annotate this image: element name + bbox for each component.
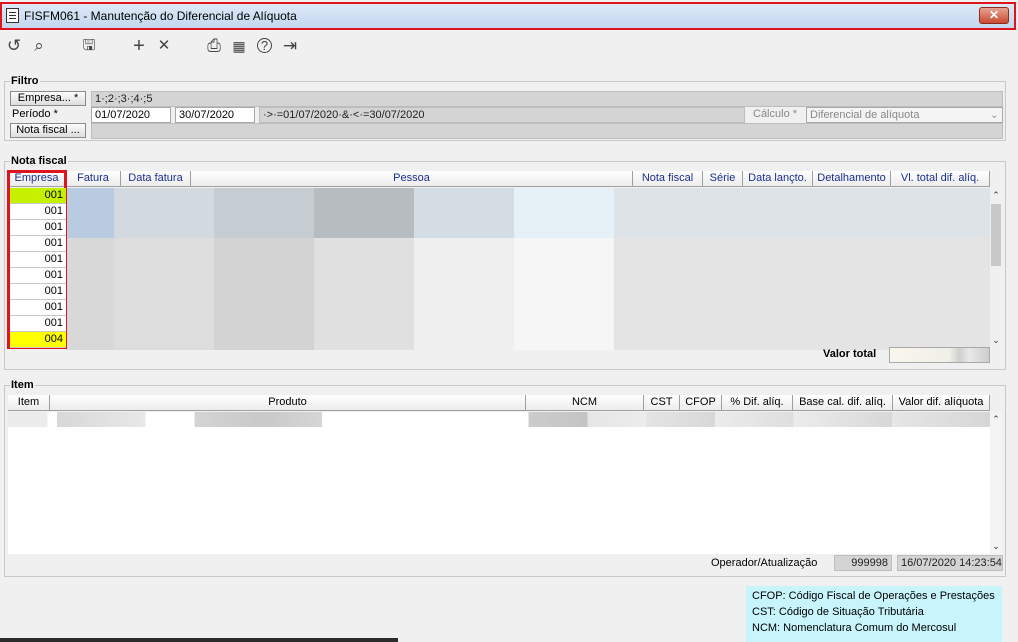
valor-total-label: Valor total: [823, 348, 877, 360]
table-row[interactable]: 004: [10, 332, 66, 348]
delete-icon[interactable]: ✕: [154, 36, 174, 56]
table-row[interactable]: 001: [10, 220, 66, 236]
col-valor-dif[interactable]: Valor dif. alíquota: [893, 395, 990, 411]
calculo-label: Cálculo *: [753, 108, 798, 120]
operador-label: Operador/Atualização: [711, 557, 818, 569]
col-data-lancto[interactable]: Data lançto.: [743, 171, 813, 187]
legend-cfop: CFOP: Código Fiscal de Operações e Prest…: [752, 590, 995, 602]
refresh-icon[interactable]: ↺: [4, 36, 24, 56]
nota-fiscal-field[interactable]: [91, 123, 1003, 139]
table-row[interactable]: 001: [10, 204, 66, 220]
table-row[interactable]: 001: [10, 316, 66, 332]
scroll-down-icon[interactable]: ⌄: [990, 541, 1002, 552]
operador-field: 999998: [834, 555, 892, 571]
add-icon[interactable]: +: [129, 36, 149, 56]
scrollbar-thumb[interactable]: [991, 204, 1001, 266]
nota-fiscal-label: Nota fiscal: [10, 155, 68, 167]
col-nota-fiscal[interactable]: Nota fiscal: [633, 171, 703, 187]
col-cst[interactable]: CST: [644, 395, 680, 411]
col-fatura[interactable]: Fatura: [66, 171, 121, 187]
close-button[interactable]: ✕: [979, 7, 1009, 24]
valor-total-field: [889, 347, 990, 363]
empresa-column: 001 001 001 001 001 001 001 001 001 004: [10, 188, 66, 348]
bottom-edge: [0, 638, 398, 642]
legend-ncm: NCM: Nomenclatura Comum do Mercosul: [752, 622, 957, 634]
table-row[interactable]: 001: [10, 188, 66, 204]
legend-cst: CST: Código de Situação Tributária: [752, 606, 924, 618]
periodo-end-field[interactable]: 30/07/2020: [175, 107, 255, 123]
col-data-fatura[interactable]: Data fatura: [121, 171, 191, 187]
table-row[interactable]: 001: [10, 300, 66, 316]
nota-fiscal-header: Empresa Fatura Data fatura Pessoa Nota f…: [8, 171, 990, 188]
table-row[interactable]: 001: [10, 268, 66, 284]
item-scrollbar[interactable]: ⌃ ⌄: [990, 412, 1002, 554]
col-pessoa[interactable]: Pessoa: [191, 171, 633, 187]
empresa-field[interactable]: 1·;2·;3·;4·;5: [91, 91, 1003, 107]
window-titlebar: FISFM061 - Manutenção do Diferencial de …: [0, 2, 1016, 30]
calendar-icon[interactable]: ▦: [229, 36, 249, 56]
col-ncm[interactable]: NCM: [526, 395, 644, 411]
nota-fiscal-scrollbar[interactable]: ⌃ ⌄: [990, 188, 1002, 348]
document-icon: [6, 8, 19, 23]
nota-fiscal-button[interactable]: Nota fiscal ...: [10, 123, 86, 138]
chevron-down-icon: ⌄: [989, 109, 999, 121]
col-detalhamento[interactable]: Detalhamento: [813, 171, 891, 187]
periodo-expression: ·>·=01/07/2020·&·<·=30/07/2020: [259, 107, 745, 123]
table-row[interactable]: 001: [10, 252, 66, 268]
scroll-down-icon[interactable]: ⌄: [990, 335, 1002, 346]
periodo-label: Período *: [12, 108, 58, 120]
atualizacao-field: 16/07/2020 14:23:54: [897, 555, 1003, 571]
col-produto[interactable]: Produto: [50, 395, 526, 411]
col-serie[interactable]: Série: [703, 171, 743, 187]
col-base-calc[interactable]: Base cal. dif. alíq.: [793, 395, 893, 411]
table-row[interactable]: 001: [10, 284, 66, 300]
search-icon[interactable]: ⌕: [29, 36, 49, 56]
item-grid[interactable]: [8, 412, 990, 554]
calculo-value: Diferencial de alíquota: [810, 109, 920, 121]
empresa-button[interactable]: Empresa... *: [10, 91, 86, 106]
table-row[interactable]: 001: [10, 236, 66, 252]
legend-panel: CFOP: Código Fiscal de Operações e Prest…: [746, 586, 1002, 642]
table-row[interactable]: [8, 412, 990, 427]
calculo-select[interactable]: Diferencial de alíquota ⌄: [806, 107, 1003, 123]
scroll-up-icon[interactable]: ⌃: [990, 190, 1002, 201]
close-icon: ✕: [988, 8, 1000, 22]
col-item[interactable]: Item: [8, 395, 50, 411]
filtro-label: Filtro: [10, 75, 40, 87]
print-icon[interactable]: ⎙: [204, 36, 224, 56]
exit-icon[interactable]: ⇥: [280, 36, 300, 56]
col-cfop[interactable]: CFOP: [680, 395, 722, 411]
help-icon[interactable]: ?: [257, 38, 272, 53]
nota-fiscal-grid[interactable]: [66, 188, 990, 350]
save-icon[interactable]: 🖫: [79, 36, 99, 56]
item-header: Item Produto NCM CST CFOP % Dif. alíq. B…: [8, 395, 990, 412]
item-label: Item: [10, 379, 35, 391]
toolbar: ↺ ⌕ 🖫 + ✕ ⎙ ▦ ? ⇥: [0, 32, 1010, 60]
scroll-up-icon[interactable]: ⌃: [990, 414, 1002, 425]
col-perc-dif[interactable]: % Dif. alíq.: [722, 395, 793, 411]
periodo-start-field[interactable]: 01/07/2020: [91, 107, 171, 123]
window-title: FISFM061 - Manutenção do Diferencial de …: [24, 9, 297, 23]
col-vl-total[interactable]: Vl. total dif. alíq.: [891, 171, 990, 187]
